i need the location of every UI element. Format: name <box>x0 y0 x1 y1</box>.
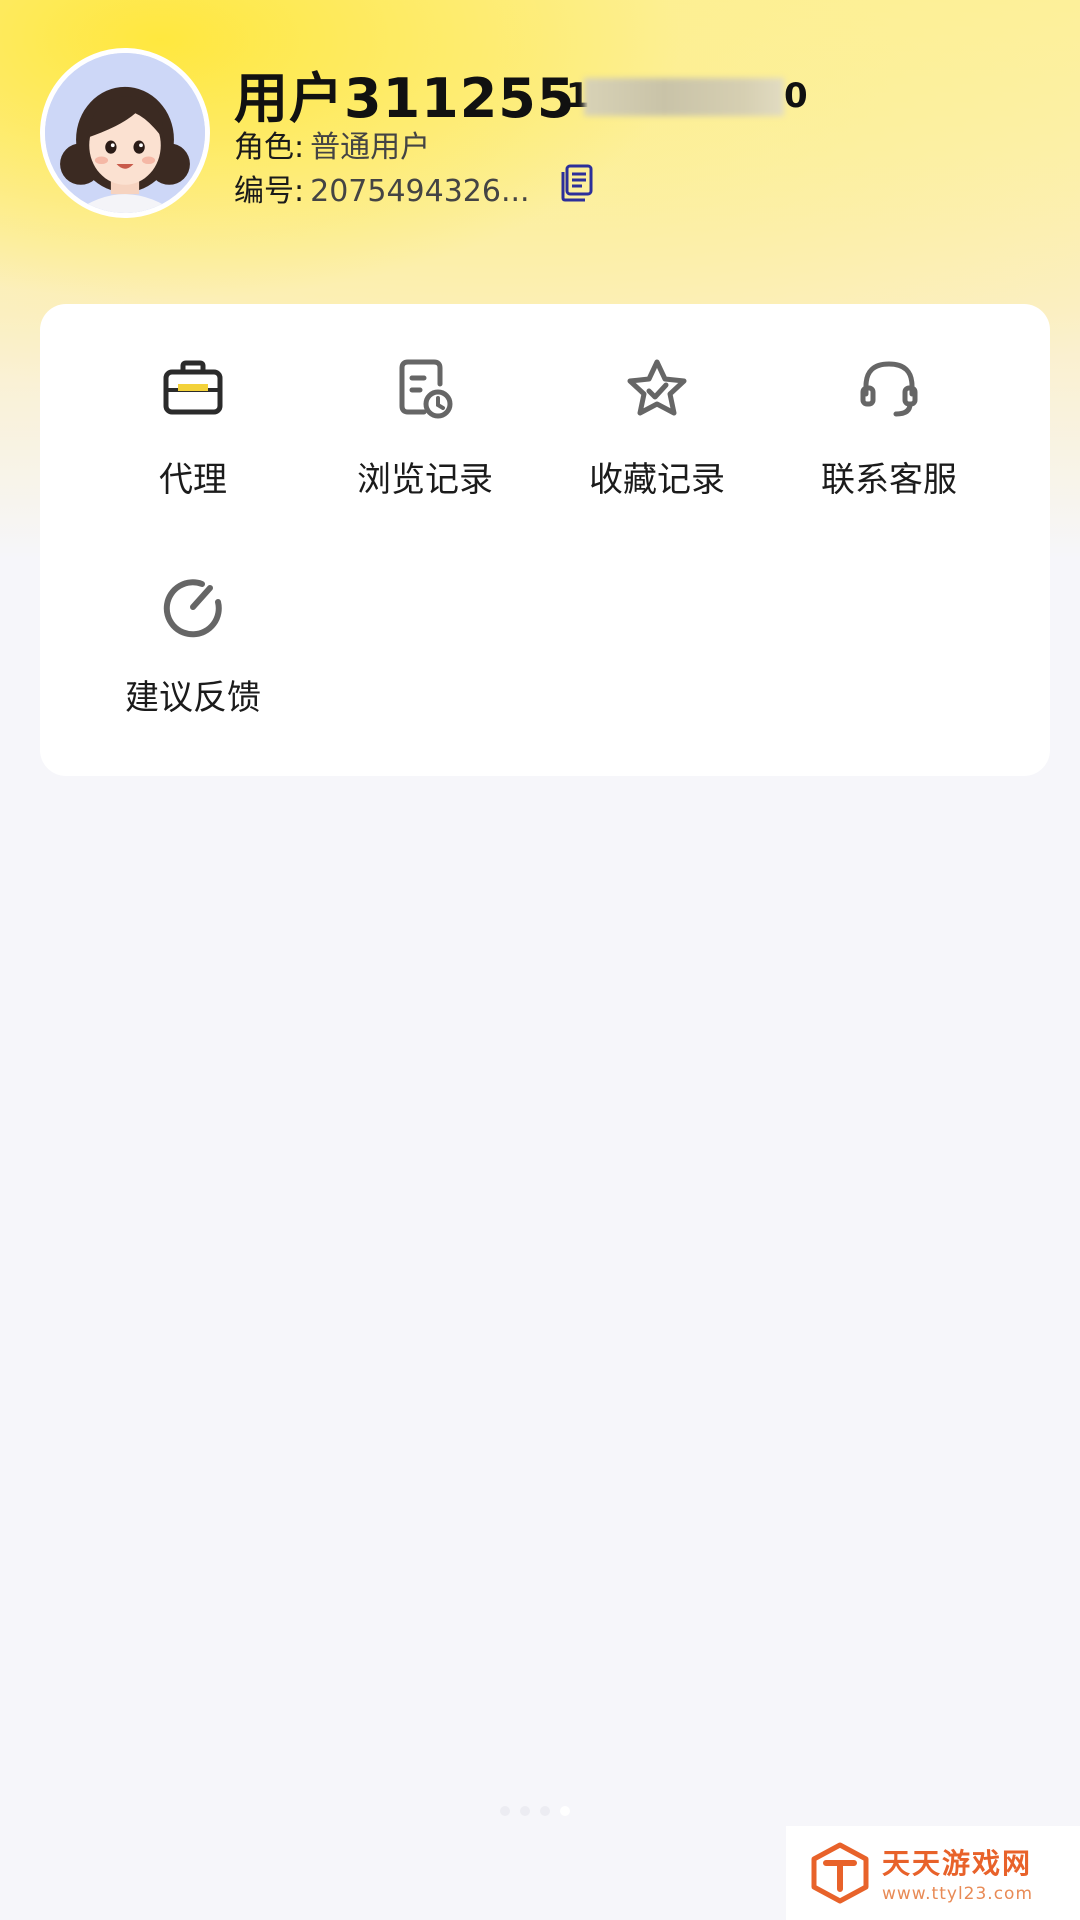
phone-suffix: 0 <box>784 76 808 116</box>
id-value: 2075494326... <box>310 174 530 209</box>
briefcase-icon <box>158 354 228 424</box>
headset-icon <box>854 354 924 424</box>
menu-item-feedback[interactable]: 建议反馈 <box>77 522 309 718</box>
menu-label: 建议反馈 <box>125 678 261 718</box>
menu-item-customer-service[interactable]: 联系客服 <box>773 304 1005 500</box>
menu-label: 联系客服 <box>821 460 957 500</box>
copy-icon[interactable] <box>560 164 594 202</box>
page-dot <box>540 1806 550 1816</box>
menu-item-browse-history[interactable]: 浏览记录 <box>309 304 541 500</box>
role-label: 角色: <box>234 130 305 165</box>
phone-number: 1 0 <box>566 76 808 118</box>
browse-history-icon <box>390 354 460 424</box>
id-label: 编号: <box>234 174 305 209</box>
phone-redaction <box>584 78 784 116</box>
avatar-girl-icon <box>45 53 205 213</box>
watermark-title: 天天游戏网 <box>882 1847 1033 1880</box>
site-watermark: 天天游戏网 www.ttyl23.com <box>786 1826 1080 1920</box>
menu-label: 代理 <box>159 460 227 500</box>
menu-label: 浏览记录 <box>357 460 493 500</box>
page-indicator <box>500 1806 570 1816</box>
page-dot <box>520 1806 530 1816</box>
star-check-icon <box>622 354 692 424</box>
menu-item-agent[interactable]: 代理 <box>77 304 309 500</box>
menu-card: 代理 浏览记录 收藏记录 联系客服 建议反馈 <box>40 304 1050 776</box>
page-dot-active <box>560 1806 570 1816</box>
id-row: 编号: 2075494326... <box>234 166 530 210</box>
menu-item-favorites[interactable]: 收藏记录 <box>541 304 773 500</box>
profile-header: 用户311255 1 0 角色: 普通用户 编号: 2075494326... <box>0 0 1080 300</box>
feedback-icon <box>158 572 228 642</box>
watermark-logo-icon <box>808 1841 872 1905</box>
role-row: 角色: 普通用户 <box>234 122 430 166</box>
role-value: 普通用户 <box>310 130 431 165</box>
watermark-url: www.ttyl23.com <box>882 1884 1034 1904</box>
menu-label: 收藏记录 <box>589 460 725 500</box>
avatar[interactable] <box>40 48 210 218</box>
page-dot <box>500 1806 510 1816</box>
